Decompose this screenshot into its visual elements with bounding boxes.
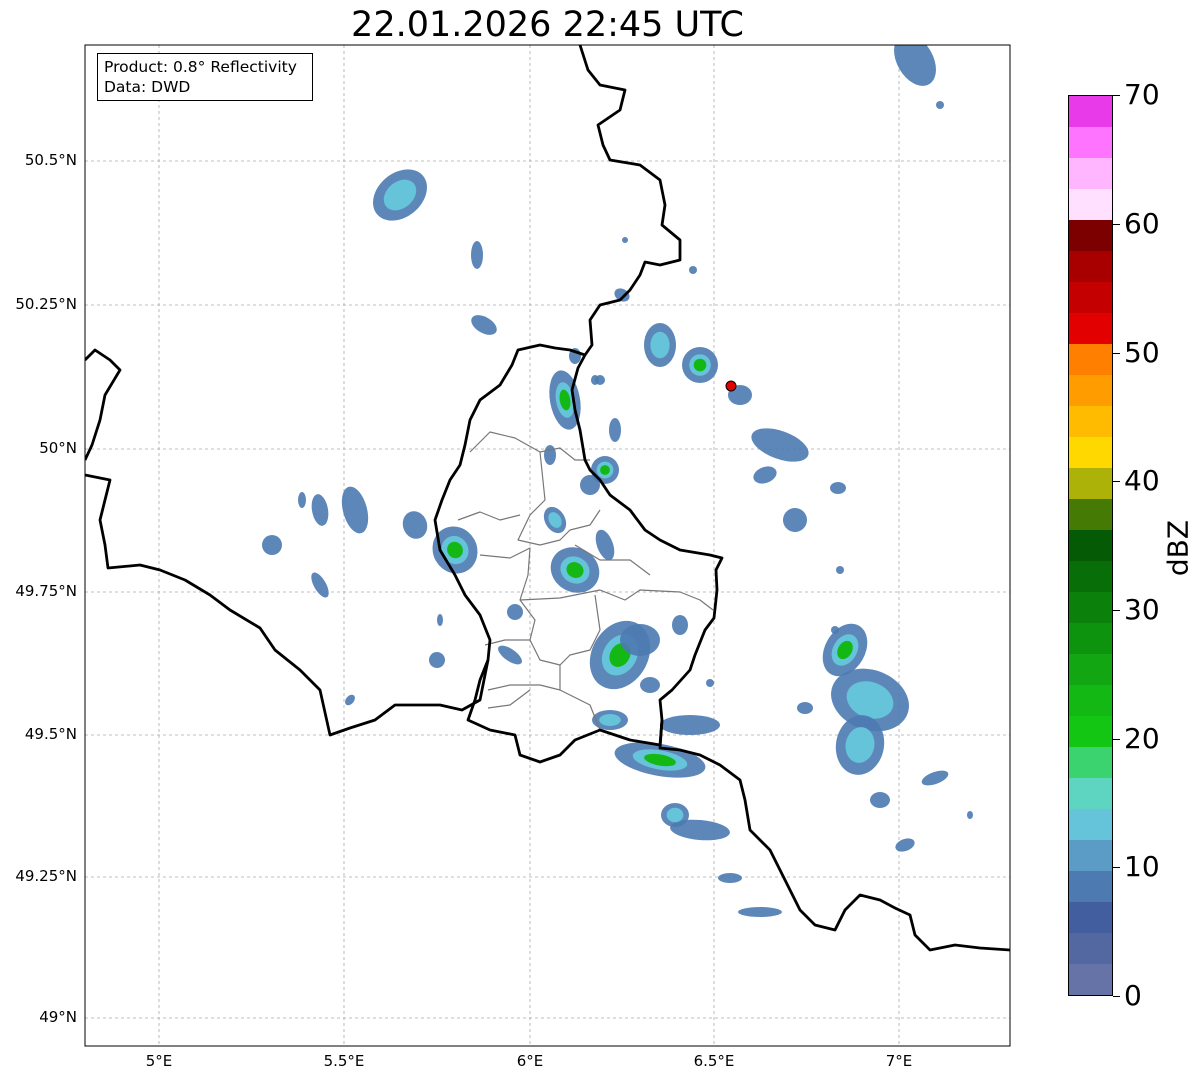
echo-cell [831, 626, 839, 634]
echo-cell [936, 101, 944, 109]
echo-cell [298, 492, 306, 508]
echo-cell [797, 702, 813, 714]
echo-core-strong [693, 358, 707, 372]
echo-cell [262, 535, 282, 555]
lon-label-6-5: 6.5°E [693, 1052, 735, 1070]
radar-site-marker [725, 380, 737, 392]
colorbar-tick [1113, 996, 1120, 997]
colorbar-tick [1113, 224, 1120, 225]
echo-cell [870, 792, 890, 808]
echo-core-strong [600, 465, 610, 475]
lon-label-7: 7°E [885, 1052, 913, 1070]
colorbar-label-0: 0 [1124, 979, 1142, 1012]
product-label: Product: 0.8° Reflectivity [104, 58, 297, 76]
colorbar-label-50: 50 [1124, 336, 1160, 369]
echo-cell [640, 677, 660, 693]
lat-label-50: 50°N [39, 439, 77, 457]
colorbar-tick [1113, 353, 1120, 354]
echo-cell [437, 614, 443, 626]
colorbar-label-70: 70 [1124, 78, 1160, 111]
info-box: Product: 0.8° Reflectivity Data: DWD [97, 53, 313, 101]
echo-cell [620, 624, 660, 656]
colorbar-label-60: 60 [1124, 207, 1160, 240]
colorbar [1068, 95, 1113, 996]
echo-cell [738, 907, 782, 917]
echo-cell [471, 241, 483, 269]
echo-cell [706, 679, 714, 687]
lat-label-49-75: 49.75°N [15, 582, 77, 600]
colorbar-tick [1113, 481, 1120, 482]
lat-label-49-25: 49.25°N [15, 867, 77, 885]
colorbar-label-20: 20 [1124, 722, 1160, 755]
lat-label-49-5: 49.5°N [24, 725, 77, 743]
lon-label-5: 5°E [145, 1052, 173, 1070]
echo-cell [622, 237, 628, 243]
echo-cell [507, 604, 523, 620]
colorbar-unit-label: dBZ [1161, 519, 1195, 577]
colorbar-tick [1113, 610, 1120, 611]
colorbar-tick [1113, 867, 1120, 868]
echo-cell [591, 375, 599, 385]
echo-cell [689, 266, 697, 274]
colorbar-label-40: 40 [1124, 464, 1160, 497]
echo-cell [660, 715, 720, 735]
echo-cell [967, 811, 973, 819]
lat-label-50-25: 50.25°N [15, 295, 77, 313]
colorbar-label-10: 10 [1124, 850, 1160, 883]
data-source-label: Data: DWD [104, 78, 191, 96]
echo-cell [544, 445, 556, 465]
echo-cell [672, 615, 688, 635]
echo-core [666, 807, 684, 823]
echo-cell [609, 418, 621, 442]
echo-core [599, 714, 621, 726]
map-frame [85, 45, 1010, 1046]
echo-cell [836, 566, 844, 574]
echo-cell [718, 873, 742, 883]
colorbar-label-30: 30 [1124, 593, 1160, 626]
echo-core [650, 331, 670, 359]
colorbar-tick [1113, 739, 1120, 740]
colorbar-tick [1113, 95, 1120, 96]
lat-label-49: 49°N [39, 1008, 77, 1026]
radar-map [84, 44, 1011, 1047]
lon-label-5-5: 5.5°E [323, 1052, 365, 1070]
echo-cell [830, 482, 846, 494]
lat-label-50-5: 50.5°N [24, 151, 77, 169]
lon-label-6: 6°E [516, 1052, 544, 1070]
